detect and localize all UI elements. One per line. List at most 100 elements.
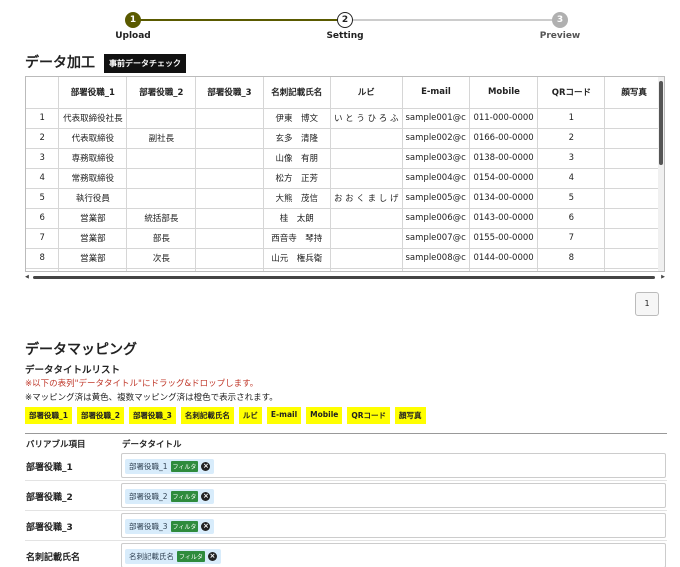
data-title-dropzone[interactable]: 部署役職_2 フィルタ × (121, 483, 666, 508)
column-header[interactable]: Mobile (469, 77, 539, 109)
table-cell: 0166-00-0000 (469, 128, 539, 149)
remove-icon[interactable]: × (201, 462, 211, 471)
mapping-row: 部署役職_3 部署役職_3 フィルタ × (25, 511, 667, 541)
table-cell: 011-000-0000 (469, 108, 539, 129)
page-button[interactable]: 1 (635, 292, 659, 316)
column-header[interactable]: QRコード (537, 77, 606, 109)
table-cell: 専務取締役 (58, 148, 128, 169)
mapped-chip[interactable]: 部署役職_2 フィルタ × (125, 489, 215, 504)
data-title-tag[interactable]: Mobile (306, 407, 343, 424)
table-row[interactable]: 7 営業部 部長 西音寺 琴持 sample007@c 0155-00-0000 7 (26, 228, 664, 249)
table-row[interactable]: 2 代表取締役 副社長 玄多 清隆 sample002@c 0166-00-0000 2 (26, 128, 664, 149)
step-number: 3 (552, 12, 568, 28)
horizontal-scroll-thumb[interactable] (33, 276, 655, 279)
filter-badge[interactable]: フィルタ (177, 551, 205, 562)
table-row[interactable]: 6 営業部 統括部長桂 太朗 sample006@c 0143-00-0000 6 (26, 208, 664, 229)
table-cell (330, 148, 403, 169)
column-header[interactable]: 部署役職_2 (126, 77, 197, 109)
mapping-title: データマッピング (25, 342, 137, 358)
table-cell: 2 (537, 128, 606, 149)
table-cell (195, 268, 264, 271)
table-cell: 常務取締役 (58, 168, 128, 189)
step-preview[interactable]: 3 Preview (530, 12, 590, 41)
drag-drop-note: ※以下の表列"データタイトル"にドラッグ&ドロップします。 (25, 379, 259, 389)
precheck-button[interactable]: 事前データチェック (104, 54, 186, 73)
data-title-tag[interactable]: 部署役職_1 (25, 407, 72, 424)
vertical-scrollbar[interactable] (658, 77, 664, 271)
table-cell: 山像 有朋 (263, 148, 331, 169)
data-title-tag[interactable]: E-mail (266, 407, 302, 424)
column-header[interactable]: 部署役職_3 (195, 77, 264, 109)
filter-badge[interactable]: フィルタ (170, 461, 199, 472)
table-cell (604, 228, 664, 249)
table-cell: 副社長 (126, 128, 197, 149)
variable-label: 部署役職_2 (26, 493, 73, 503)
table-cell (604, 168, 664, 189)
chip-label: 部署役職_1 (129, 462, 168, 471)
mapped-chip[interactable]: 名刺記載氏名 フィルタ × (125, 549, 221, 564)
data-title-tag[interactable]: QRコード (347, 407, 391, 424)
table-cell: 営業部 (58, 228, 128, 249)
column-header[interactable]: 顔写真 (604, 77, 664, 109)
data-title-tag[interactable]: 名刺記載氏名 (180, 407, 234, 424)
table-cell: sample006@c (402, 208, 471, 229)
data-table-container[interactable]: 部署役職_1 部署役職_2 部署役職_3 名刺記載氏名 ルビ E-mail Mobile QR… (25, 76, 665, 272)
table-cell (469, 268, 539, 271)
mapped-chip[interactable]: 部署役職_3 フィルタ × (125, 519, 215, 534)
table-cell: 6 (537, 208, 606, 229)
column-header[interactable]: 部署役職_1 (58, 77, 128, 109)
table-cell (126, 168, 197, 189)
step-number: 1 (125, 12, 141, 28)
table-cell (195, 208, 264, 229)
mapped-chip[interactable]: 部署役職_1 フィルタ × (125, 459, 215, 474)
variable-label: 部署役職_3 (26, 523, 73, 533)
remove-icon[interactable]: × (207, 552, 217, 561)
remove-icon[interactable]: × (201, 522, 211, 531)
data-title-tag[interactable]: 部署役職_3 (128, 407, 176, 424)
data-title-tag[interactable]: 顔写真 (395, 407, 426, 424)
table-cell: 4 (26, 168, 60, 189)
table-cell: 2 (26, 128, 60, 149)
table-row[interactable]: 8 営業部 次長 山元 権兵衛 sample008@c 0144-00-0000 8 (26, 248, 664, 269)
table-row[interactable]: 5 執行役員 大熊 茂信お お く ま し げ sample005@c 0134-00-… (26, 188, 664, 209)
table-cell (537, 268, 606, 271)
table-cell: 8 (537, 248, 606, 269)
data-title-dropzone[interactable]: 名刺記載氏名 フィルタ × (121, 543, 666, 567)
mapping-row: 名刺記載氏名 名刺記載氏名 フィルタ × (25, 541, 667, 567)
data-title-tag[interactable]: 部署役職_2 (76, 407, 124, 424)
horizontal-scrollbar[interactable]: ◀ ▶ (25, 273, 665, 281)
column-header[interactable]: 名刺記載氏名 (263, 77, 331, 109)
step-setting[interactable]: 2 Setting (315, 12, 375, 41)
table-cell: sample005@c (402, 188, 471, 209)
table-cell: 1 (537, 108, 606, 129)
table-cell (195, 168, 264, 189)
filter-badge[interactable]: フィルタ (170, 491, 199, 502)
data-title-tag[interactable]: ルビ (238, 407, 262, 424)
scroll-right-icon[interactable]: ▶ (661, 274, 665, 280)
table-cell: 西音寺 琴持 (263, 228, 331, 249)
table-row[interactable]: 4 常務取締役 松方 正芳 sample004@c 0154-00-0000 4 (26, 168, 664, 189)
data-title-dropzone[interactable]: 部署役職_3 フィルタ × (121, 513, 666, 538)
table-cell: sample003@c (402, 148, 471, 169)
table-row[interactable]: 1 代表取締役社長 伊東 博文い と う ひ ろ ふ sample001@c 011-0… (26, 108, 664, 129)
column-header[interactable]: E-mail (402, 77, 471, 109)
table-cell (195, 148, 264, 169)
table-row[interactable] (26, 268, 664, 271)
data-title-dropzone[interactable]: 部署役職_1 フィルタ × (121, 453, 666, 478)
variable-label: 部署役職_1 (26, 463, 73, 473)
column-header[interactable] (26, 77, 60, 109)
step-label: Setting (326, 31, 364, 41)
filter-badge[interactable]: フィルタ (170, 521, 199, 532)
step-upload[interactable]: 1 Upload (103, 12, 163, 41)
table-cell (58, 268, 128, 271)
table-row[interactable]: 3 専務取締役 山像 有朋 sample003@c 0138-00-0000 3 (26, 148, 664, 169)
data-title-list-heading: データタイトルリスト (25, 365, 121, 376)
scroll-left-icon[interactable]: ◀ (25, 274, 29, 280)
table-cell: 7 (537, 228, 606, 249)
table-cell: 4 (537, 168, 606, 189)
table-cell: 営業部 (58, 208, 128, 229)
column-header[interactable]: ルビ (330, 77, 403, 109)
table-cell: sample001@c (402, 108, 471, 129)
remove-icon[interactable]: × (201, 492, 211, 501)
vertical-scroll-thumb[interactable] (659, 81, 663, 165)
